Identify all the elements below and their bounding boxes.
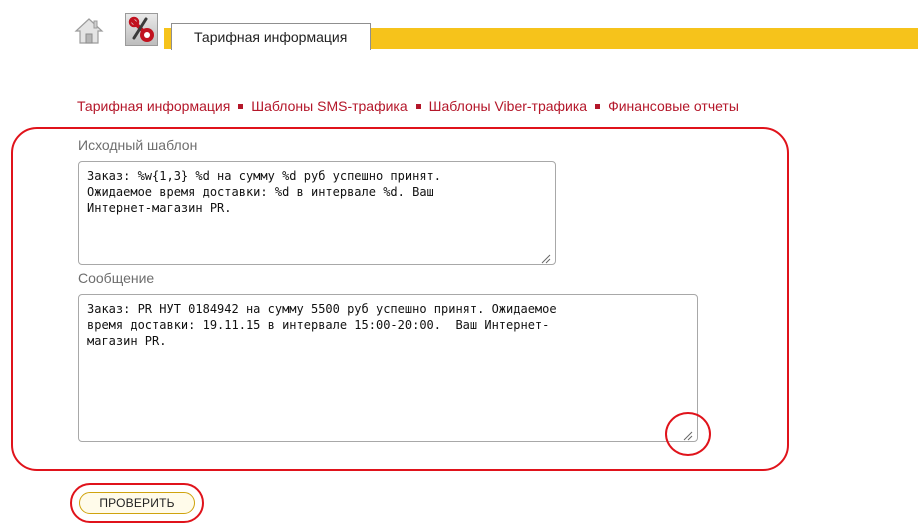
tab-tariff-info[interactable]: Тарифная информация: [171, 23, 371, 50]
resize-grip-icon[interactable]: [541, 251, 551, 264]
nav-separator: [595, 103, 601, 109]
header: Тарифная информация: [0, 0, 918, 60]
tools-icon[interactable]: [125, 13, 158, 46]
annotation-outline-check-button: [70, 483, 204, 523]
nav-link-financial-reports[interactable]: Финансовые отчеты: [608, 98, 739, 114]
home-icon[interactable]: [74, 16, 104, 46]
nav-link-sms-templates[interactable]: Шаблоны SMS-трафика: [251, 98, 407, 114]
message-field[interactable]: Заказ: PR НУТ 0184942 на сумму 5500 руб …: [78, 294, 698, 442]
source-template-field[interactable]: Заказ: %w{1,3} %d на сумму %d руб успешн…: [78, 161, 556, 265]
annotation-outline-resize-grip: [665, 412, 711, 456]
nav-separator: [415, 103, 421, 109]
nav-links: Тарифная информация Шаблоны SMS-трафика Ша…: [77, 98, 739, 114]
nav-link-viber-templates[interactable]: Шаблоны Viber-трафика: [429, 98, 587, 114]
nav-link-tariff-info[interactable]: Тарифная информация: [77, 98, 230, 114]
nav-separator: [238, 103, 244, 109]
message-label: Сообщение: [78, 270, 155, 286]
source-template-label: Исходный шаблон: [78, 137, 198, 153]
